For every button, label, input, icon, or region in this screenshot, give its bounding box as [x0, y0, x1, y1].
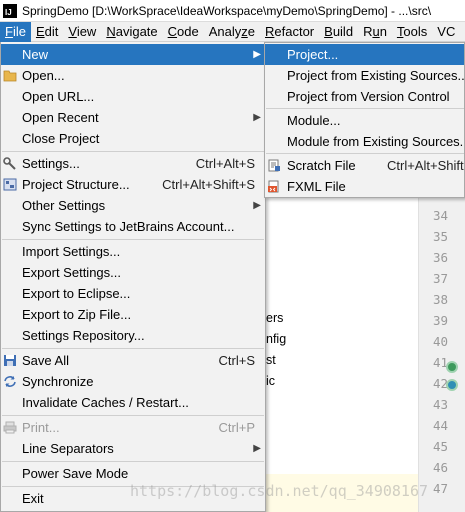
- menu-item-settings[interactable]: Settings... Ctrl+Alt+S: [1, 153, 265, 174]
- sync-icon: [4, 376, 16, 387]
- code-fragment: nfig: [266, 332, 287, 346]
- submenu-arrow-icon: ▶: [253, 200, 261, 211]
- menu-item-open[interactable]: Open...: [1, 65, 265, 86]
- menu-item-close-project[interactable]: Close Project: [1, 128, 265, 149]
- line-number: 41: [432, 355, 448, 370]
- spring-bean-gutter-icon[interactable]: [446, 361, 458, 373]
- menu-item-export-zip[interactable]: Export to Zip File...: [1, 304, 265, 325]
- menu-build[interactable]: Build: [319, 22, 358, 42]
- scratch-file-icon: [268, 159, 280, 172]
- print-icon: [3, 421, 17, 434]
- line-number: 37: [432, 271, 448, 286]
- title-bar: IJ SpringDemo [D:\WorkSprace\IdeaWorkspa…: [0, 0, 465, 22]
- line-number: 34: [432, 208, 448, 223]
- menu-item-new[interactable]: New ▶: [1, 44, 265, 65]
- submenu-item-project-existing-sources[interactable]: Project from Existing Sources...: [265, 65, 464, 86]
- line-number: 38: [432, 292, 448, 307]
- submenu-item-fxml-file[interactable]: FXML File: [265, 176, 464, 197]
- menu-separator: [266, 153, 464, 154]
- submenu-arrow-icon: ▶: [253, 112, 261, 123]
- wrench-icon: [3, 157, 16, 170]
- code-fragment: ers: [266, 311, 284, 325]
- menu-item-save-all[interactable]: Save All Ctrl+S: [1, 350, 265, 371]
- menu-navigate[interactable]: Navigate: [101, 22, 162, 42]
- menu-item-power-save-mode[interactable]: Power Save Mode: [1, 463, 265, 484]
- intellij-app-icon: IJ: [3, 3, 17, 18]
- new-submenu: Project... Project from Existing Sources…: [264, 42, 465, 198]
- menu-analyze[interactable]: Analyze: [204, 22, 260, 42]
- menu-item-line-separators[interactable]: Line Separators ▶: [1, 438, 265, 459]
- project-structure-icon: [3, 178, 17, 191]
- menu-edit[interactable]: Edit: [31, 22, 63, 42]
- save-icon: [4, 355, 16, 366]
- submenu-item-project[interactable]: Project...: [265, 44, 464, 65]
- menu-vcs[interactable]: VC: [432, 22, 460, 42]
- submenu-arrow-icon: ▶: [253, 49, 261, 60]
- menu-view[interactable]: View: [63, 22, 101, 42]
- menu-item-export-eclipse[interactable]: Export to Eclipse...: [1, 283, 265, 304]
- menu-item-print[interactable]: Print... Ctrl+P: [1, 417, 265, 438]
- line-number: 39: [432, 313, 448, 328]
- menu-item-other-settings[interactable]: Other Settings ▶: [1, 195, 265, 216]
- line-number: 46: [432, 460, 448, 475]
- menu-item-import-settings[interactable]: Import Settings...: [1, 241, 265, 262]
- watermark: https://blog.csdn.net/qq_34908167: [130, 482, 429, 500]
- menu-separator: [2, 461, 264, 462]
- line-number: 45: [432, 439, 448, 454]
- menu-item-invalidate-caches[interactable]: Invalidate Caches / Restart...: [1, 392, 265, 413]
- menu-item-synchronize[interactable]: Synchronize: [1, 371, 265, 392]
- menu-item-open-url[interactable]: Open URL...: [1, 86, 265, 107]
- line-number: 42: [432, 376, 448, 391]
- menu-refactor[interactable]: Refactor: [260, 22, 319, 42]
- line-number: 36: [432, 250, 448, 265]
- line-number: 43: [432, 397, 448, 412]
- menu-bar: File Edit View Navigate Code Analyze Ref…: [0, 21, 465, 42]
- menu-separator: [2, 239, 264, 240]
- line-number: 40: [432, 334, 448, 349]
- menu-item-sync-settings[interactable]: Sync Settings to JetBrains Account...: [1, 216, 265, 237]
- folder-icon: [3, 70, 17, 82]
- menu-separator: [2, 151, 264, 152]
- window-title: SpringDemo [D:\WorkSprace\IdeaWorkspace\…: [22, 3, 432, 18]
- spring-bean-gutter-icon[interactable]: [446, 379, 458, 391]
- menu-run[interactable]: Run: [358, 22, 392, 42]
- submenu-item-scratch-file[interactable]: Scratch File Ctrl+Alt+Shift: [265, 155, 464, 176]
- code-fragment: st: [266, 353, 276, 367]
- line-number: 44: [432, 418, 448, 433]
- file-menu-dropdown: New ▶ Open... Open URL... Open Recent ▶ …: [0, 42, 266, 512]
- submenu-item-module[interactable]: Module...: [265, 110, 464, 131]
- menu-item-project-structure[interactable]: Project Structure... Ctrl+Alt+Shift+S: [1, 174, 265, 195]
- submenu-arrow-icon: ▶: [253, 443, 261, 454]
- fxml-file-icon: [268, 180, 279, 193]
- menu-item-export-settings[interactable]: Export Settings...: [1, 262, 265, 283]
- menu-tools[interactable]: Tools: [392, 22, 432, 42]
- menu-separator: [266, 108, 464, 109]
- menu-separator: [2, 348, 264, 349]
- menu-file[interactable]: File: [0, 21, 31, 42]
- submenu-item-project-version-control[interactable]: Project from Version Control: [265, 86, 464, 107]
- line-number: 35: [432, 229, 448, 244]
- code-fragment: ic: [266, 374, 276, 388]
- menu-separator: [2, 415, 264, 416]
- menu-item-open-recent[interactable]: Open Recent ▶: [1, 107, 265, 128]
- submenu-item-module-existing-sources[interactable]: Module from Existing Sources...: [265, 131, 464, 152]
- menu-item-settings-repository[interactable]: Settings Repository...: [1, 325, 265, 346]
- menu-code[interactable]: Code: [163, 22, 204, 42]
